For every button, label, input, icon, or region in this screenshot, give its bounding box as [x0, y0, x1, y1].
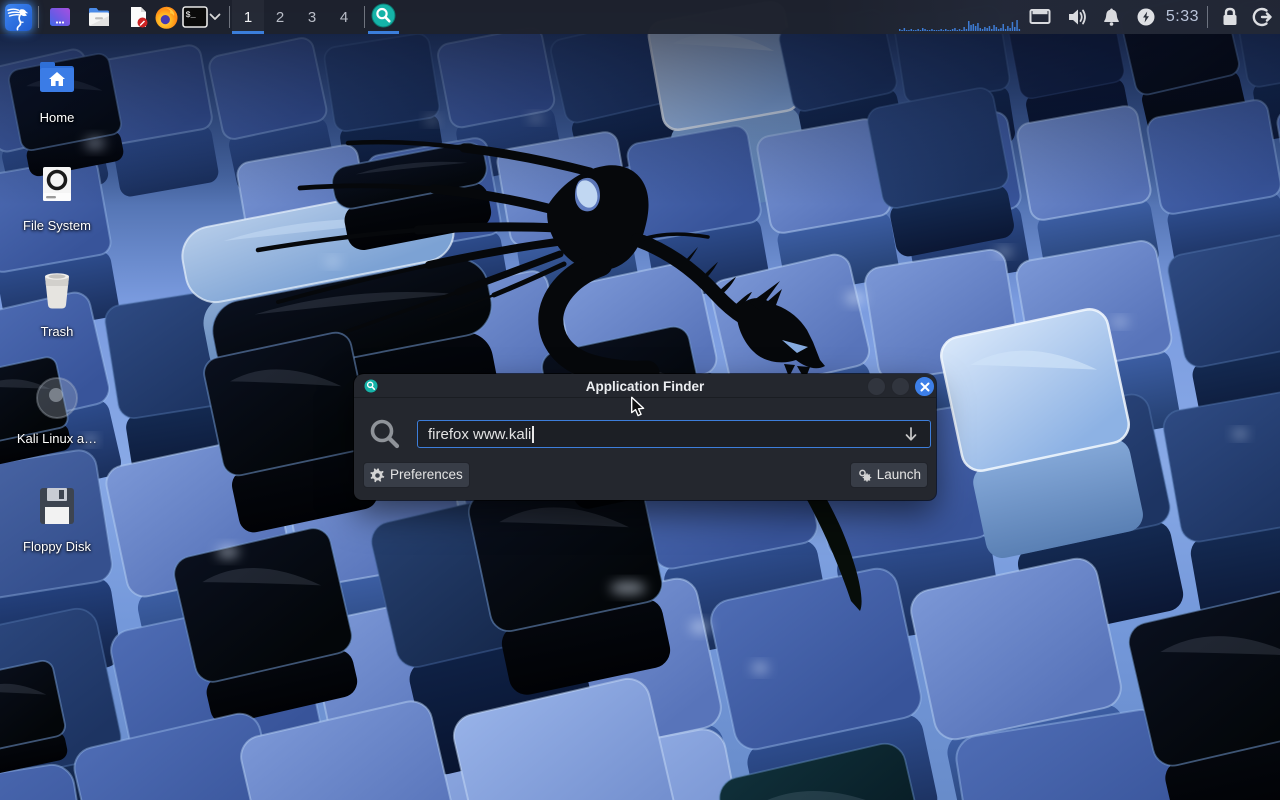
svg-text:$_: $_ — [186, 10, 197, 20]
